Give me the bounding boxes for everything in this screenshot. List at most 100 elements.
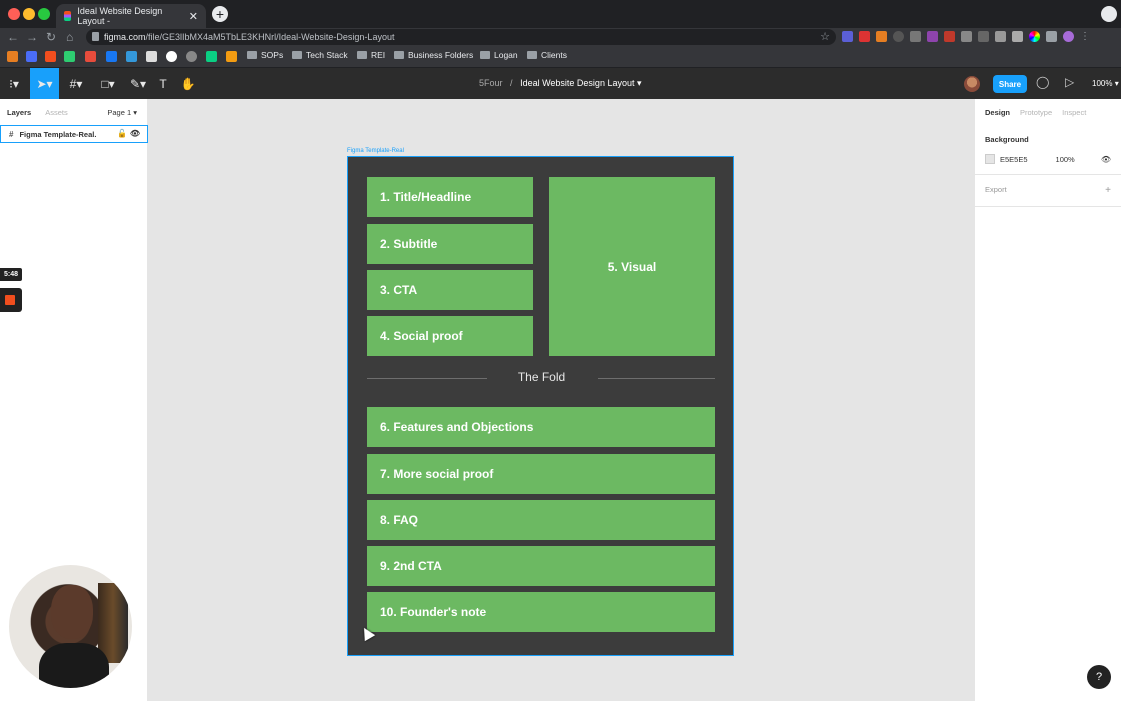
block-visual[interactable]: 5. Visual (549, 177, 715, 356)
color-swatch[interactable] (985, 154, 995, 164)
browser-tab[interactable]: Ideal Website Design Layout - ✕ (56, 4, 206, 28)
project-name[interactable]: 5Four (479, 78, 503, 88)
file-name[interactable]: Ideal Website Design Layout (520, 78, 634, 88)
pen-tool-icon[interactable]: ✎▾ (124, 68, 152, 99)
block-2nd-cta[interactable]: 9. 2nd CTA (367, 546, 715, 586)
close-window-button[interactable] (8, 8, 20, 20)
folder-icon (247, 51, 257, 59)
bookmark-icon[interactable] (85, 51, 96, 62)
extension-icon[interactable] (1029, 31, 1040, 42)
maximize-window-button[interactable] (38, 8, 50, 20)
bookmark-folder-rei[interactable]: REI (357, 50, 385, 60)
present-play-icon[interactable]: ▷ (1065, 75, 1074, 89)
reload-icon[interactable]: ↻ (46, 30, 56, 44)
figma-toolbar: ⁝▾ ➤▾ #▾ □▾ ✎▾ T ✋ 5Four / Ideal Website… (0, 68, 1121, 99)
bookmark-icon[interactable] (7, 51, 18, 62)
block-cta[interactable]: 3. CTA (367, 270, 533, 310)
forward-arrow-icon[interactable]: → (26, 30, 38, 44)
bookmark-icon[interactable] (64, 51, 75, 62)
lock-icon[interactable]: 🔓 (117, 129, 127, 138)
block-features-objections[interactable]: 6. Features and Objections (367, 407, 715, 447)
webcam-bubble (7, 563, 134, 690)
frame-tool-icon[interactable]: #▾ (62, 68, 90, 99)
browser-profile-icon[interactable] (1101, 6, 1117, 22)
background-fill-row[interactable]: E5E5E5 100% 👁 (985, 154, 1111, 164)
extension-icon[interactable] (995, 31, 1006, 42)
stop-recording-button[interactable] (0, 288, 22, 312)
fold-label[interactable]: The Fold (348, 370, 735, 384)
bookmark-icon[interactable] (206, 51, 217, 62)
extension-icon[interactable] (910, 31, 921, 42)
folder-icon (357, 51, 367, 59)
tab-prototype[interactable]: Prototype (1020, 108, 1052, 117)
block-social-proof[interactable]: 4. Social proof (367, 316, 533, 356)
tab-layers[interactable]: Layers (7, 108, 31, 117)
extension-icon[interactable] (893, 31, 904, 42)
template-frame[interactable]: 1. Title/Headline 2. Subtitle 3. CTA 4. … (347, 156, 734, 656)
extension-icon[interactable] (859, 31, 870, 42)
minimize-window-button[interactable] (23, 8, 35, 20)
block-title-headline[interactable]: 1. Title/Headline (367, 177, 533, 217)
chevron-down-icon[interactable]: ▾ (637, 78, 642, 88)
bookmark-icon[interactable] (186, 51, 197, 62)
bookmark-folder-logan[interactable]: Logan (480, 50, 518, 60)
bookmark-icon[interactable] (45, 51, 56, 62)
tab-inspect[interactable]: Inspect (1062, 108, 1086, 117)
home-icon[interactable]: ⌂ (66, 30, 73, 44)
extension-icon[interactable] (1012, 31, 1023, 42)
add-export-icon[interactable]: + (1105, 185, 1111, 196)
frame-label[interactable]: Figma Template-Real (347, 148, 404, 154)
profile-avatar-icon[interactable] (1063, 31, 1074, 42)
extension-icon[interactable] (876, 31, 887, 42)
bookmark-folder-clients[interactable]: Clients (527, 50, 567, 60)
extensions-row: ⋮ (842, 31, 1091, 42)
tab-assets[interactable]: Assets (45, 108, 68, 117)
extension-icon[interactable] (961, 31, 972, 42)
google-icon[interactable] (166, 51, 177, 62)
shape-tool-icon[interactable]: □▾ (94, 68, 122, 99)
user-avatar[interactable] (964, 76, 980, 92)
help-button[interactable]: ? (1087, 665, 1111, 689)
background-hex-input[interactable]: E5E5E5 (1000, 155, 1028, 164)
bookmark-folder-sops[interactable]: SOPs (247, 50, 283, 60)
tab-title: Ideal Website Design Layout - (77, 6, 163, 26)
more-menu-icon[interactable]: ⋮ (1080, 31, 1091, 42)
bookmark-icon[interactable] (126, 51, 137, 62)
background-heading: Background (985, 135, 1029, 144)
background-opacity-input[interactable]: 100% (1056, 155, 1075, 164)
bookmark-folder-tech-stack[interactable]: Tech Stack (292, 50, 348, 60)
block-more-social-proof[interactable]: 7. More social proof (367, 454, 715, 494)
hand-tool-icon[interactable]: ✋ (178, 68, 198, 99)
back-arrow-icon[interactable]: ← (7, 30, 19, 44)
extension-icon[interactable] (944, 31, 955, 42)
address-bar[interactable]: figma.com/file/GE3lIbMX4aM5TbLE3KHNrl/Id… (86, 29, 836, 45)
file-breadcrumb[interactable]: 5Four / Ideal Website Design Layout ▾ (479, 78, 642, 89)
tab-design[interactable]: Design (985, 108, 1010, 117)
block-founders-note[interactable]: 10. Founder's note (367, 592, 715, 632)
bookmark-icon[interactable] (106, 51, 117, 62)
bookmark-icon[interactable] (226, 51, 237, 62)
move-tool-icon[interactable]: ➤▾ (30, 68, 59, 99)
bookmark-icon[interactable] (146, 51, 157, 62)
page-selector[interactable]: Page 1 ▾ (107, 108, 137, 117)
eye-icon[interactable]: 👁 (130, 129, 140, 138)
bookmark-star-icon[interactable]: ☆ (820, 30, 830, 43)
tab-close-icon[interactable]: ✕ (189, 10, 198, 23)
extension-icon[interactable] (978, 31, 989, 42)
puzzle-icon[interactable] (1046, 31, 1057, 42)
new-tab-button[interactable]: + (212, 6, 228, 22)
block-subtitle[interactable]: 2. Subtitle (367, 224, 533, 264)
bookmark-folder-business[interactable]: Business Folders (394, 50, 473, 60)
eye-icon[interactable]: 👁 (1101, 155, 1111, 164)
zoom-level[interactable]: 100% ▾ (1092, 79, 1119, 88)
block-faq[interactable]: 8. FAQ (367, 500, 715, 540)
text-tool-icon[interactable]: T (153, 68, 173, 99)
layer-item[interactable]: # Figma Template-Real. 🔓 👁 (0, 125, 148, 143)
bookmarks-bar: SOPs Tech Stack REI Business Folders Log… (0, 46, 1121, 68)
figma-menu-icon[interactable]: ⁝▾ (0, 68, 28, 99)
comment-icon[interactable]: ◯ (1036, 75, 1049, 89)
share-button[interactable]: Share (993, 75, 1027, 93)
extension-icon[interactable] (842, 31, 853, 42)
bookmark-icon[interactable] (26, 51, 37, 62)
extension-icon[interactable] (927, 31, 938, 42)
